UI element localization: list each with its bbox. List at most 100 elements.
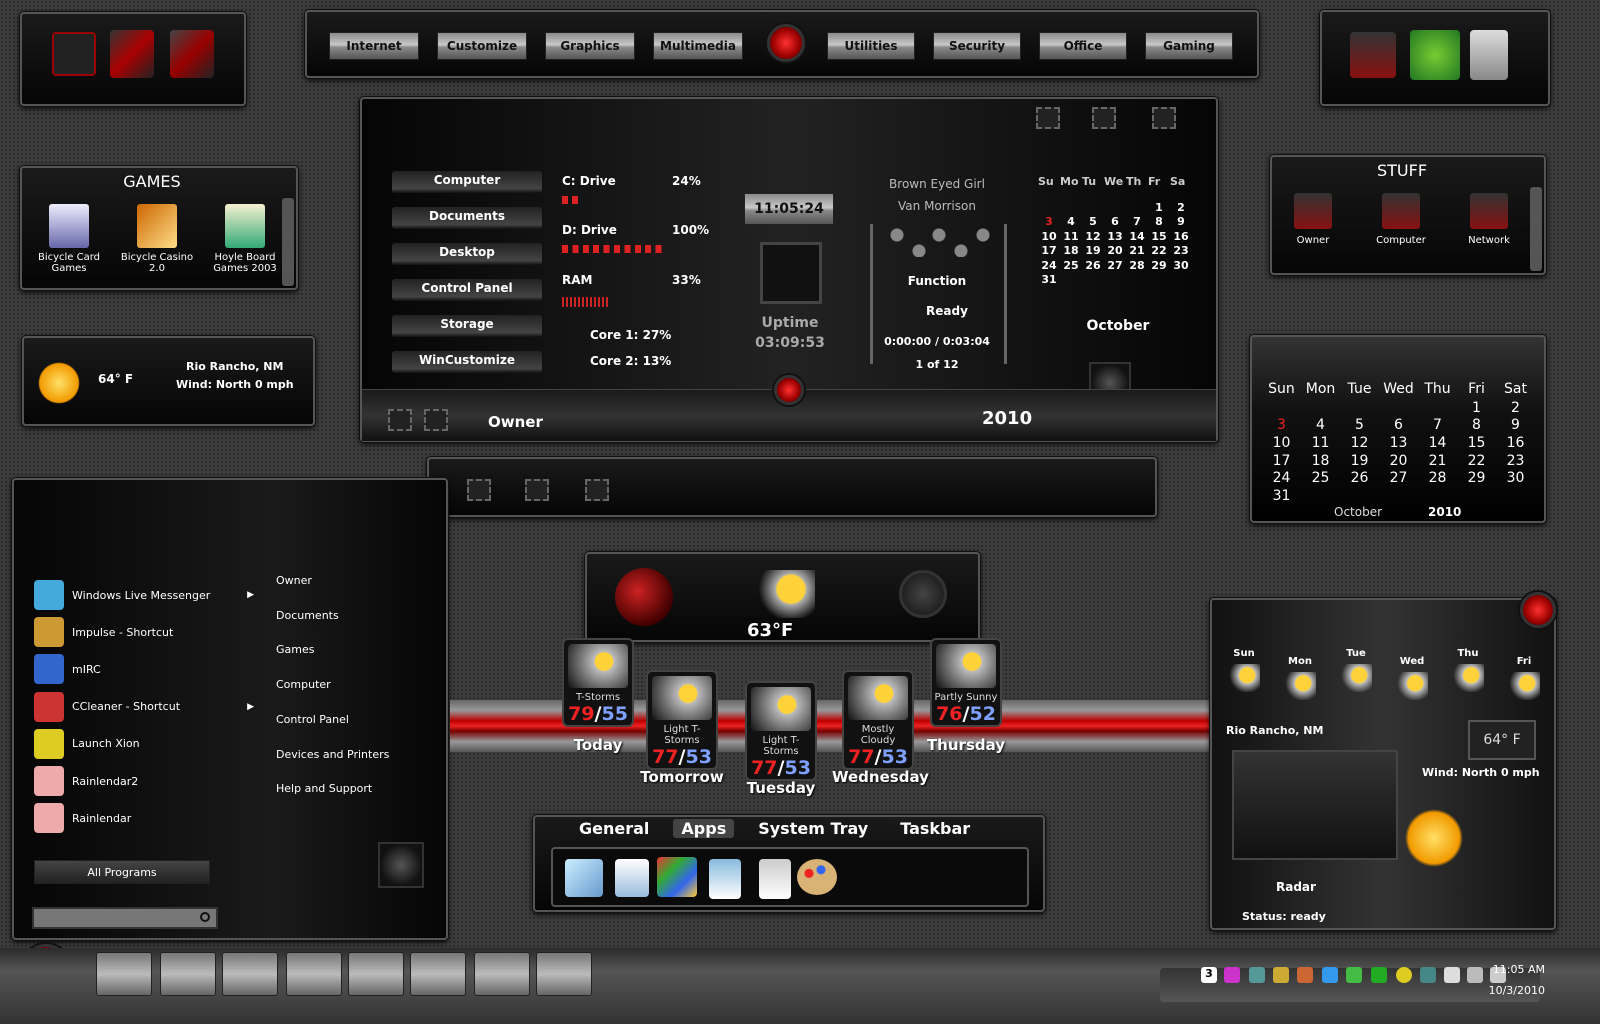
start-link-owner[interactable]: Owner [276, 574, 312, 587]
nav-desktop[interactable]: Desktop [392, 243, 542, 265]
calculator-icon[interactable] [709, 859, 741, 899]
day[interactable]: 31 [1262, 487, 1301, 505]
red-button[interactable] [774, 375, 804, 405]
day[interactable]: 13 [1104, 229, 1126, 244]
start-link-help-and-support[interactable]: Help and Support [276, 782, 372, 795]
wordpad-icon[interactable] [615, 859, 649, 897]
day[interactable]: 5 [1340, 417, 1379, 435]
sync-tray-icon[interactable] [1396, 967, 1412, 983]
day[interactable]: 11 [1060, 229, 1082, 244]
day[interactable]: 25 [1060, 258, 1082, 273]
taskbar-messenger-button[interactable] [286, 952, 342, 996]
day[interactable] [1340, 487, 1379, 505]
taskbar-media-player-button[interactable] [222, 952, 278, 996]
day[interactable]: 8 [1457, 417, 1496, 435]
day[interactable]: 3 [1262, 417, 1301, 435]
day[interactable]: 28 [1126, 258, 1148, 273]
program-item[interactable]: Rainlendar [34, 803, 254, 834]
day[interactable]: 12 [1340, 434, 1379, 452]
tab-taskbar[interactable]: Taskbar [892, 819, 978, 838]
day[interactable]: 26 [1082, 258, 1104, 273]
gecko-icon[interactable] [1410, 30, 1460, 80]
day[interactable]: 4 [1301, 417, 1340, 435]
start-link-documents[interactable]: Documents [276, 609, 339, 622]
program-item[interactable]: mIRC [34, 654, 254, 685]
palette-icon[interactable] [797, 859, 837, 895]
power-button[interactable] [767, 24, 805, 62]
day[interactable] [1340, 399, 1379, 417]
nav-button-customize[interactable]: Customize [437, 32, 527, 60]
calendar-tray-icon[interactable]: 3 [1201, 967, 1217, 983]
nav-wincustomize[interactable]: WinCustomize [392, 351, 542, 373]
day[interactable] [1379, 399, 1418, 417]
day[interactable]: 22 [1148, 244, 1170, 259]
day[interactable] [1457, 487, 1496, 505]
day[interactable]: 14 [1126, 229, 1148, 244]
day[interactable]: 2 [1170, 200, 1192, 215]
day[interactable]: 10 [1038, 229, 1060, 244]
notepad-icon[interactable] [565, 859, 603, 897]
tab-apps[interactable]: Apps [673, 819, 735, 838]
green-tray-icon[interactable] [1371, 967, 1387, 983]
taskbar-app-button[interactable] [348, 952, 404, 996]
media-controls[interactable] [887, 227, 997, 257]
security-tray-icon[interactable] [1346, 967, 1362, 983]
day[interactable]: 30 [1170, 258, 1192, 273]
start-link-computer[interactable]: Computer [276, 678, 331, 691]
day[interactable]: 17 [1262, 452, 1301, 470]
taskbar-explorer-button[interactable] [160, 952, 216, 996]
nav-button-security[interactable]: Security [933, 32, 1021, 60]
day[interactable] [1148, 273, 1170, 288]
day[interactable]: 29 [1148, 258, 1170, 273]
red-button[interactable] [1520, 592, 1556, 628]
nav-button-internet[interactable]: Internet [329, 32, 419, 60]
day[interactable] [1301, 399, 1340, 417]
day[interactable]: 7 [1418, 417, 1457, 435]
taskbar-monitor-button[interactable] [536, 952, 592, 996]
nav-button-utilities[interactable]: Utilities [827, 32, 915, 60]
day[interactable]: 26 [1340, 469, 1379, 487]
irc-tray-icon[interactable] [1224, 967, 1240, 983]
day[interactable] [1082, 273, 1104, 288]
day[interactable]: 13 [1379, 434, 1418, 452]
magnifier-icon[interactable] [899, 570, 947, 618]
recycle-bin-icon[interactable] [1470, 30, 1508, 80]
day[interactable]: 10 [1262, 434, 1301, 452]
program-item[interactable]: CCleaner - Shortcut ▶ [34, 691, 254, 722]
app-icon[interactable] [170, 30, 214, 78]
day[interactable]: 24 [1038, 258, 1060, 273]
day[interactable] [1126, 200, 1148, 215]
tab-system-tray[interactable]: System Tray [750, 819, 876, 838]
day[interactable]: 18 [1060, 244, 1082, 259]
stuff-item-network[interactable]: Network [1452, 193, 1526, 246]
day[interactable]: 31 [1038, 273, 1060, 288]
nav-storage[interactable]: Storage [392, 315, 542, 337]
day[interactable]: 15 [1148, 229, 1170, 244]
scrollbar[interactable] [282, 198, 294, 286]
day[interactable]: 30 [1496, 469, 1535, 487]
nav-computer[interactable]: Computer [392, 171, 542, 193]
day[interactable] [1038, 200, 1060, 215]
day[interactable]: 22 [1457, 452, 1496, 470]
network-icon[interactable] [1467, 967, 1483, 983]
stuff-item-computer[interactable]: Computer [1364, 193, 1438, 246]
all-programs-button[interactable]: All Programs [34, 860, 210, 884]
program-item[interactable]: Launch Xion [34, 728, 254, 759]
tab-general[interactable]: General [571, 819, 657, 838]
day[interactable]: 9 [1170, 215, 1192, 230]
computer-icon[interactable] [52, 32, 96, 76]
clock-date[interactable]: 10/3/2010 [1480, 984, 1545, 997]
flag-icon[interactable] [1444, 967, 1460, 983]
day[interactable]: 28 [1418, 469, 1457, 487]
day[interactable]: 5 [1082, 215, 1104, 230]
start-link-control-panel[interactable]: Control Panel [276, 713, 349, 726]
calculator2-icon[interactable] [759, 859, 791, 899]
day[interactable]: 21 [1126, 244, 1148, 259]
day[interactable] [1379, 487, 1418, 505]
day[interactable]: 25 [1301, 469, 1340, 487]
monitor-icon[interactable] [1350, 32, 1396, 78]
day[interactable]: 29 [1457, 469, 1496, 487]
day[interactable]: 7 [1126, 215, 1148, 230]
day[interactable]: 1 [1148, 200, 1170, 215]
impulse-tray-icon[interactable] [1273, 967, 1289, 983]
